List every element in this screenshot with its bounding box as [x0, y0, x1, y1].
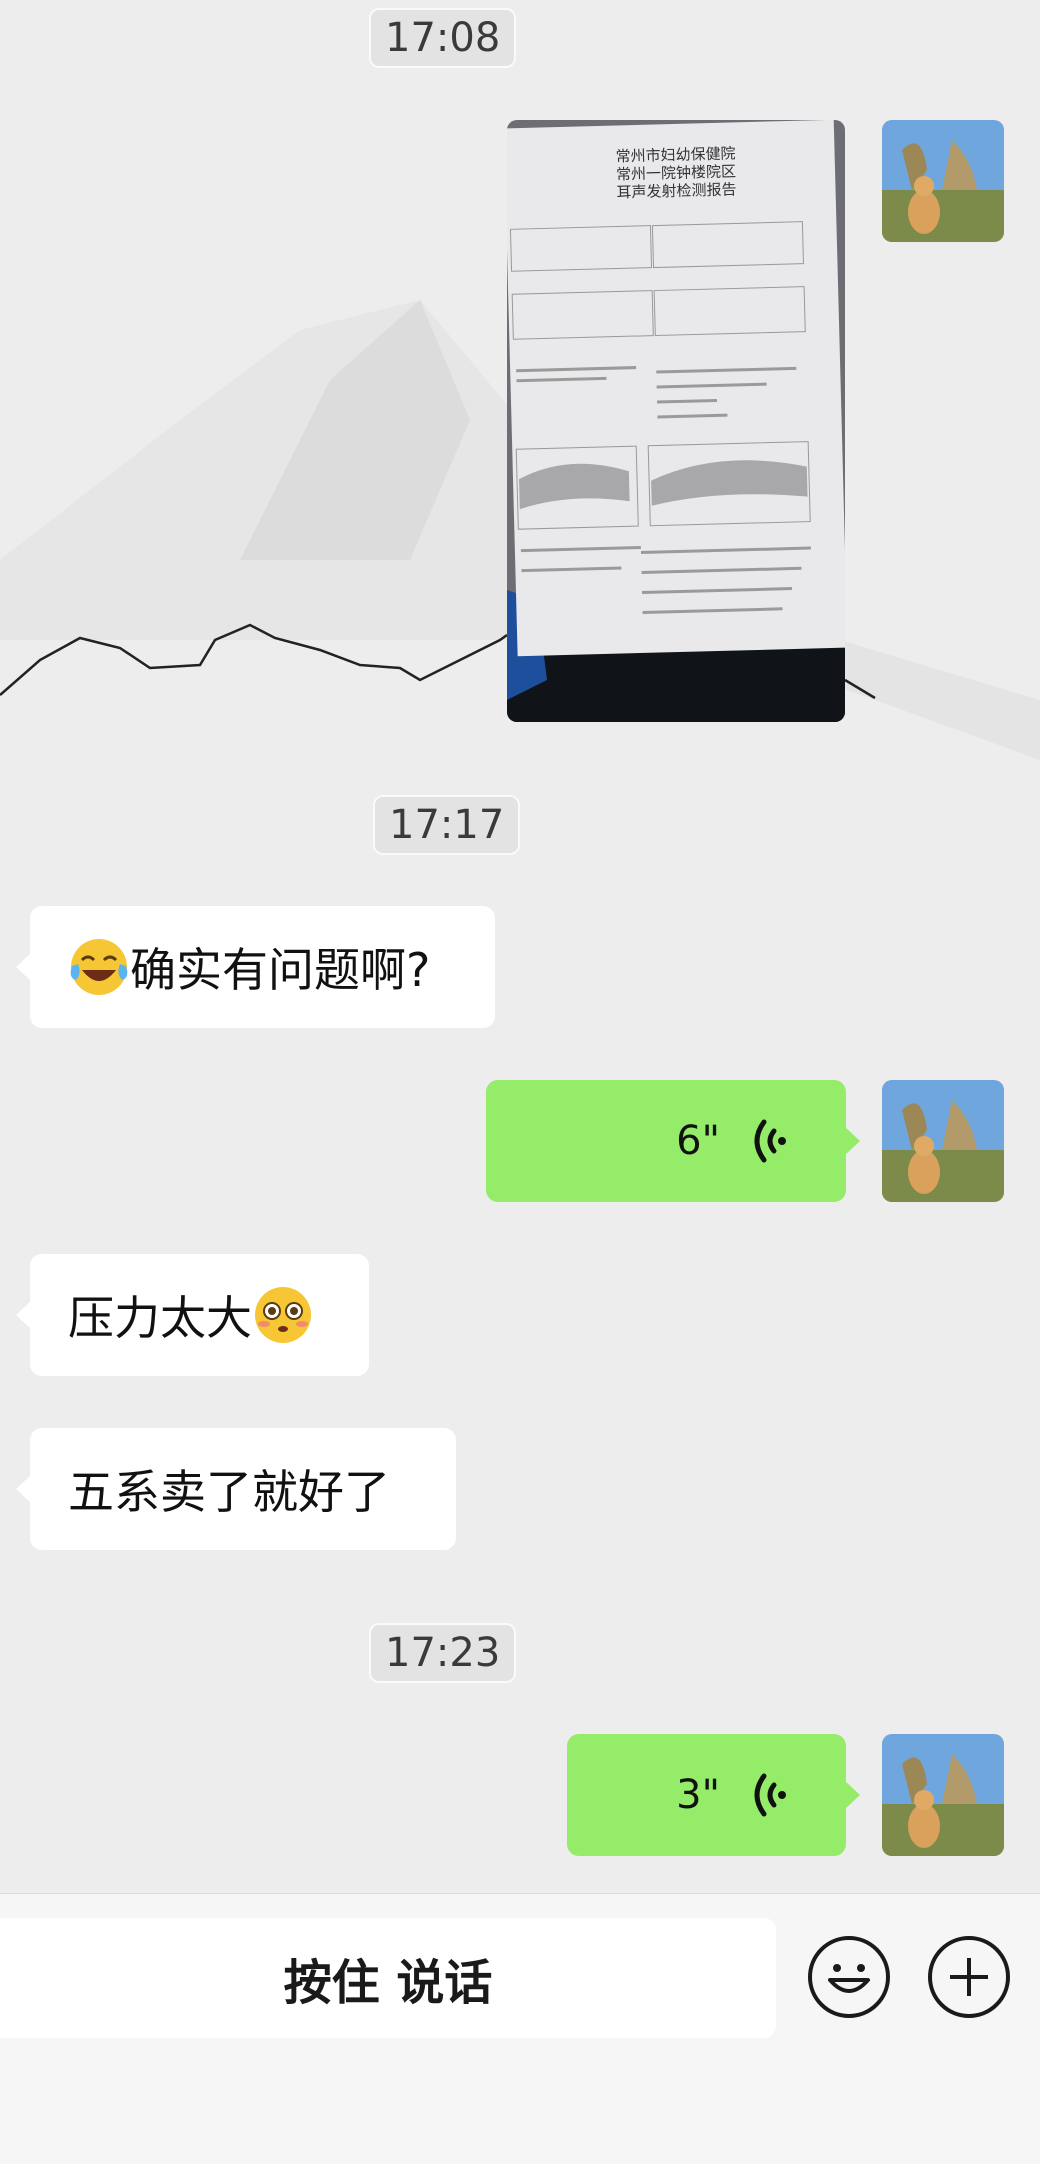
message-text: 五系卖了就好了	[68, 1465, 390, 1519]
my-avatar[interactable]	[882, 1734, 1004, 1856]
report-header-line-3: 耳声发射检测报告	[616, 180, 736, 201]
voice-duration: 3"	[676, 1772, 720, 1818]
message-timestamp: 17:23	[369, 1623, 517, 1683]
voice-wave-icon	[754, 1773, 786, 1817]
message-text: 确实有问题啊?	[130, 943, 431, 997]
message-timestamp: 17:08	[369, 8, 517, 68]
chat-input-bar: 按住 说话	[0, 1893, 1040, 2164]
image-message-report-photo[interactable]: 常州市妇幼保健院 常州一院钟楼院区 耳声发射检测报告	[507, 120, 845, 722]
incoming-message-bubble[interactable]: 五系卖了就好了	[16, 1428, 456, 1550]
incoming-message-bubble[interactable]: 压力太大	[16, 1254, 369, 1376]
incoming-message-bubble[interactable]: 确实有问题啊?	[16, 906, 495, 1028]
message-text: 压力太大	[68, 1291, 252, 1345]
my-avatar[interactable]	[882, 120, 1004, 242]
voice-wave-icon	[754, 1119, 786, 1163]
plus-circle-icon[interactable]	[928, 1936, 1010, 2018]
outgoing-voice-message[interactable]: 6"	[486, 1080, 860, 1202]
voice-duration: 6"	[676, 1118, 720, 1164]
message-timestamp: 17:17	[373, 795, 521, 855]
face-with-tears-of-joy-emoji	[68, 936, 130, 998]
flushed-face-emoji	[252, 1284, 314, 1346]
smiley-face-icon[interactable]	[808, 1936, 890, 2018]
my-avatar[interactable]	[882, 1080, 1004, 1202]
outgoing-voice-message[interactable]: 3"	[567, 1734, 860, 1856]
hold-to-talk-button[interactable]: 按住 说话	[0, 1918, 776, 2038]
